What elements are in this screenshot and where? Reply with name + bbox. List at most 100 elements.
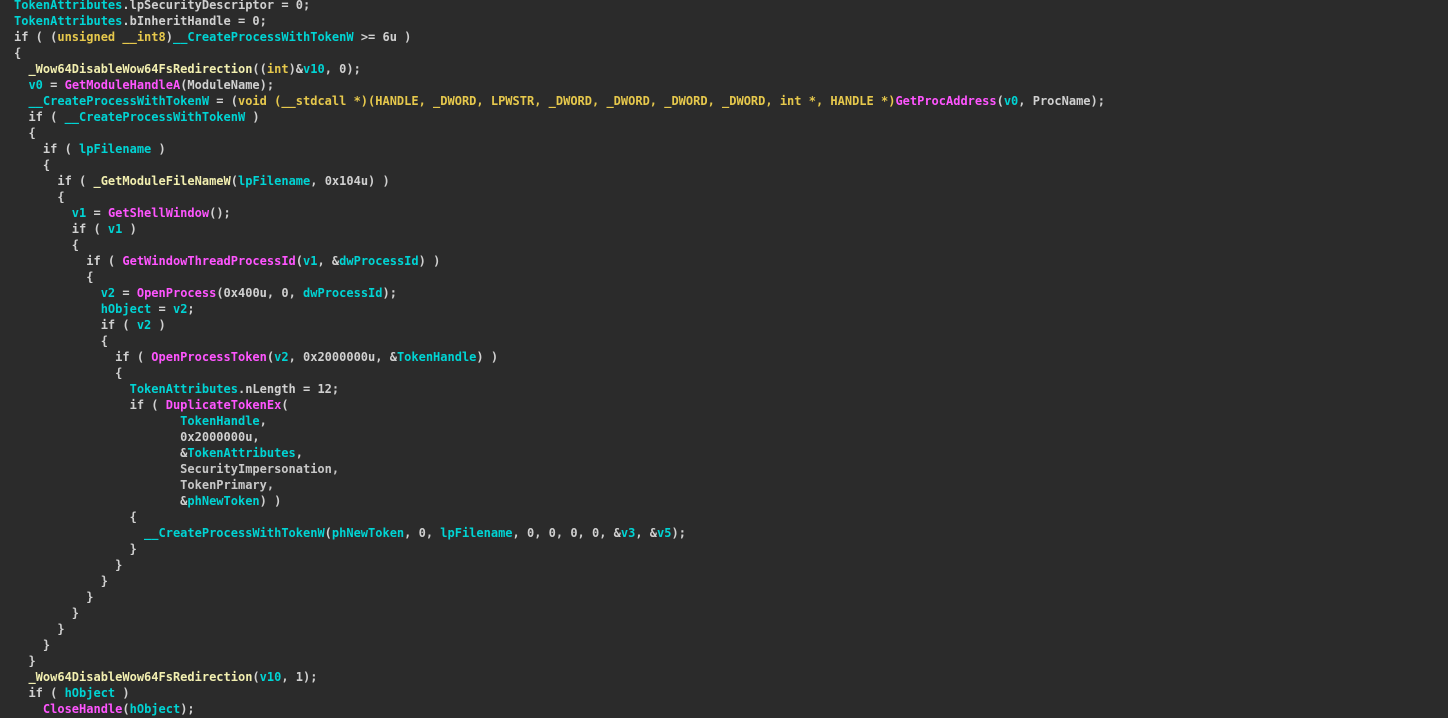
code-token: __CreateProcessWithTokenW <box>64 110 246 124</box>
code-line[interactable]: TokenAttributes.nLength = 12; <box>14 381 1105 397</box>
code-line[interactable]: if ( (unsigned __int8)__CreateProcessWit… <box>14 29 1105 45</box>
code-token: OpenProcessToken <box>151 350 267 364</box>
code-token: TokenHandle <box>396 350 477 364</box>
code-line[interactable]: if ( lpFilename ) <box>14 141 1105 157</box>
code-token: { <box>14 126 36 140</box>
code-token: & <box>14 446 188 460</box>
code-token: & <box>14 494 188 508</box>
code-token: ( <box>295 254 303 268</box>
code-line[interactable]: } <box>14 557 1105 573</box>
code-token: TokenAttributes <box>129 382 238 396</box>
code-token: } <box>14 638 51 652</box>
code-token: ) <box>122 222 137 236</box>
code-token: ) ) <box>476 350 499 364</box>
code-line[interactable]: if ( hObject ) <box>14 685 1105 701</box>
code-line[interactable]: 0x2000000u, <box>14 429 1105 445</box>
code-token: (0x400u, 0, <box>216 286 304 300</box>
code-line[interactable]: { <box>14 157 1105 173</box>
code-line[interactable]: } <box>14 637 1105 653</box>
code-line[interactable]: { <box>14 45 1105 61</box>
code-token: TokenHandle <box>180 414 260 428</box>
code-token: OpenProcess <box>136 286 217 300</box>
code-token: CloseHandle <box>42 702 123 716</box>
code-token: ); <box>180 702 195 716</box>
code-token: v1 <box>303 254 318 268</box>
code-token: v10 <box>303 62 325 76</box>
code-token: TokenPrimary, <box>14 478 275 492</box>
code-token: if ( <box>14 142 80 156</box>
code-token: , 1); <box>281 670 318 684</box>
code-token: , <box>259 414 267 428</box>
code-line[interactable]: &phNewToken) ) <box>14 493 1105 509</box>
code-line[interactable]: TokenHandle, <box>14 413 1105 429</box>
code-line[interactable]: { <box>14 125 1105 141</box>
code-line[interactable]: &TokenAttributes, <box>14 445 1105 461</box>
code-line[interactable]: v0 = GetModuleHandleA(ModuleName); <box>14 77 1105 93</box>
code-line[interactable]: if ( GetWindowThreadProcessId(v1, &dwPro… <box>14 253 1105 269</box>
code-line[interactable]: _Wow64DisableWow64FsRedirection(v10, 1); <box>14 669 1105 685</box>
code-token: v2 <box>136 318 152 332</box>
code-token: if ( <box>14 254 123 268</box>
code-token: if ( ( <box>14 30 58 44</box>
code-token: ; <box>187 302 195 316</box>
code-token: { <box>14 158 51 172</box>
code-token: ( <box>252 670 260 684</box>
code-line[interactable]: { <box>14 269 1105 285</box>
code-token: SecurityImpersonation, <box>14 462 340 476</box>
code-token: , 0, 0, 0, 0, & <box>512 526 621 540</box>
code-line[interactable]: TokenAttributes.lpSecurityDescriptor = 0… <box>14 0 1105 13</box>
code-token: 0x2000000u, <box>14 430 260 444</box>
code-line[interactable]: if ( v1 ) <box>14 221 1105 237</box>
code-token: = <box>86 206 108 220</box>
code-line[interactable]: TokenPrimary, <box>14 477 1105 493</box>
code-line[interactable]: if ( v2 ) <box>14 317 1105 333</box>
code-token: GetProcAddress <box>895 94 997 108</box>
code-line[interactable]: } <box>14 605 1105 621</box>
code-line[interactable]: v1 = GetShellWindow(); <box>14 205 1105 221</box>
code-line[interactable]: } <box>14 653 1105 669</box>
code-line[interactable]: if ( _GetModuleFileNameW(lpFilename, 0x1… <box>14 173 1105 189</box>
code-line[interactable]: { <box>14 237 1105 253</box>
code-token: } <box>14 590 94 604</box>
code-line[interactable]: } <box>14 589 1105 605</box>
code-line[interactable]: { <box>14 333 1105 349</box>
code-line[interactable]: hObject = v2; <box>14 301 1105 317</box>
code-line[interactable]: __CreateProcessWithTokenW = (void (__std… <box>14 93 1105 109</box>
code-token: ) ) <box>259 494 282 508</box>
code-token: if ( <box>14 110 65 124</box>
code-token: { <box>14 366 123 380</box>
code-token: ( <box>122 702 130 716</box>
code-line[interactable]: } <box>14 621 1105 637</box>
pseudocode-view[interactable]: TokenAttributes.lpSecurityDescriptor = 0… <box>0 0 1448 718</box>
code-token: lpFilename <box>440 526 513 540</box>
code-token: ) <box>165 30 173 44</box>
code-line[interactable]: if ( DuplicateTokenEx( <box>14 397 1105 413</box>
code-line[interactable]: { <box>14 365 1105 381</box>
code-line[interactable]: } <box>14 541 1105 557</box>
code-token: if ( <box>14 350 152 364</box>
code-token: ( <box>230 174 238 188</box>
code-line[interactable]: } <box>14 573 1105 589</box>
code-line[interactable]: if ( __CreateProcessWithTokenW ) <box>14 109 1105 125</box>
code-line[interactable]: _Wow64DisableWow64FsRedirection((int)&v1… <box>14 61 1105 77</box>
code-line[interactable]: v2 = OpenProcess(0x400u, 0, dwProcessId)… <box>14 285 1105 301</box>
code-token: __CreateProcessWithTokenW <box>144 526 325 540</box>
code-token: int <box>266 62 289 76</box>
code-line[interactable]: CloseHandle(hObject); <box>14 701 1105 717</box>
code-line[interactable]: if ( OpenProcessToken(v2, 0x2000000u, &T… <box>14 349 1105 365</box>
code-line[interactable]: TokenAttributes.bInheritHandle = 0; <box>14 13 1105 29</box>
code-token: DuplicateTokenEx <box>165 398 282 412</box>
code-token: = <box>42 78 65 92</box>
code-token: .nLength = 12; <box>237 382 340 396</box>
code-line[interactable]: { <box>14 189 1105 205</box>
code-line[interactable]: SecurityImpersonation, <box>14 461 1105 477</box>
code-token: __CreateProcessWithTokenW <box>172 30 354 44</box>
code-token: { <box>14 510 137 524</box>
code-line[interactable]: { <box>14 509 1105 525</box>
code-line[interactable]: __CreateProcessWithTokenW(phNewToken, 0,… <box>14 525 1105 541</box>
